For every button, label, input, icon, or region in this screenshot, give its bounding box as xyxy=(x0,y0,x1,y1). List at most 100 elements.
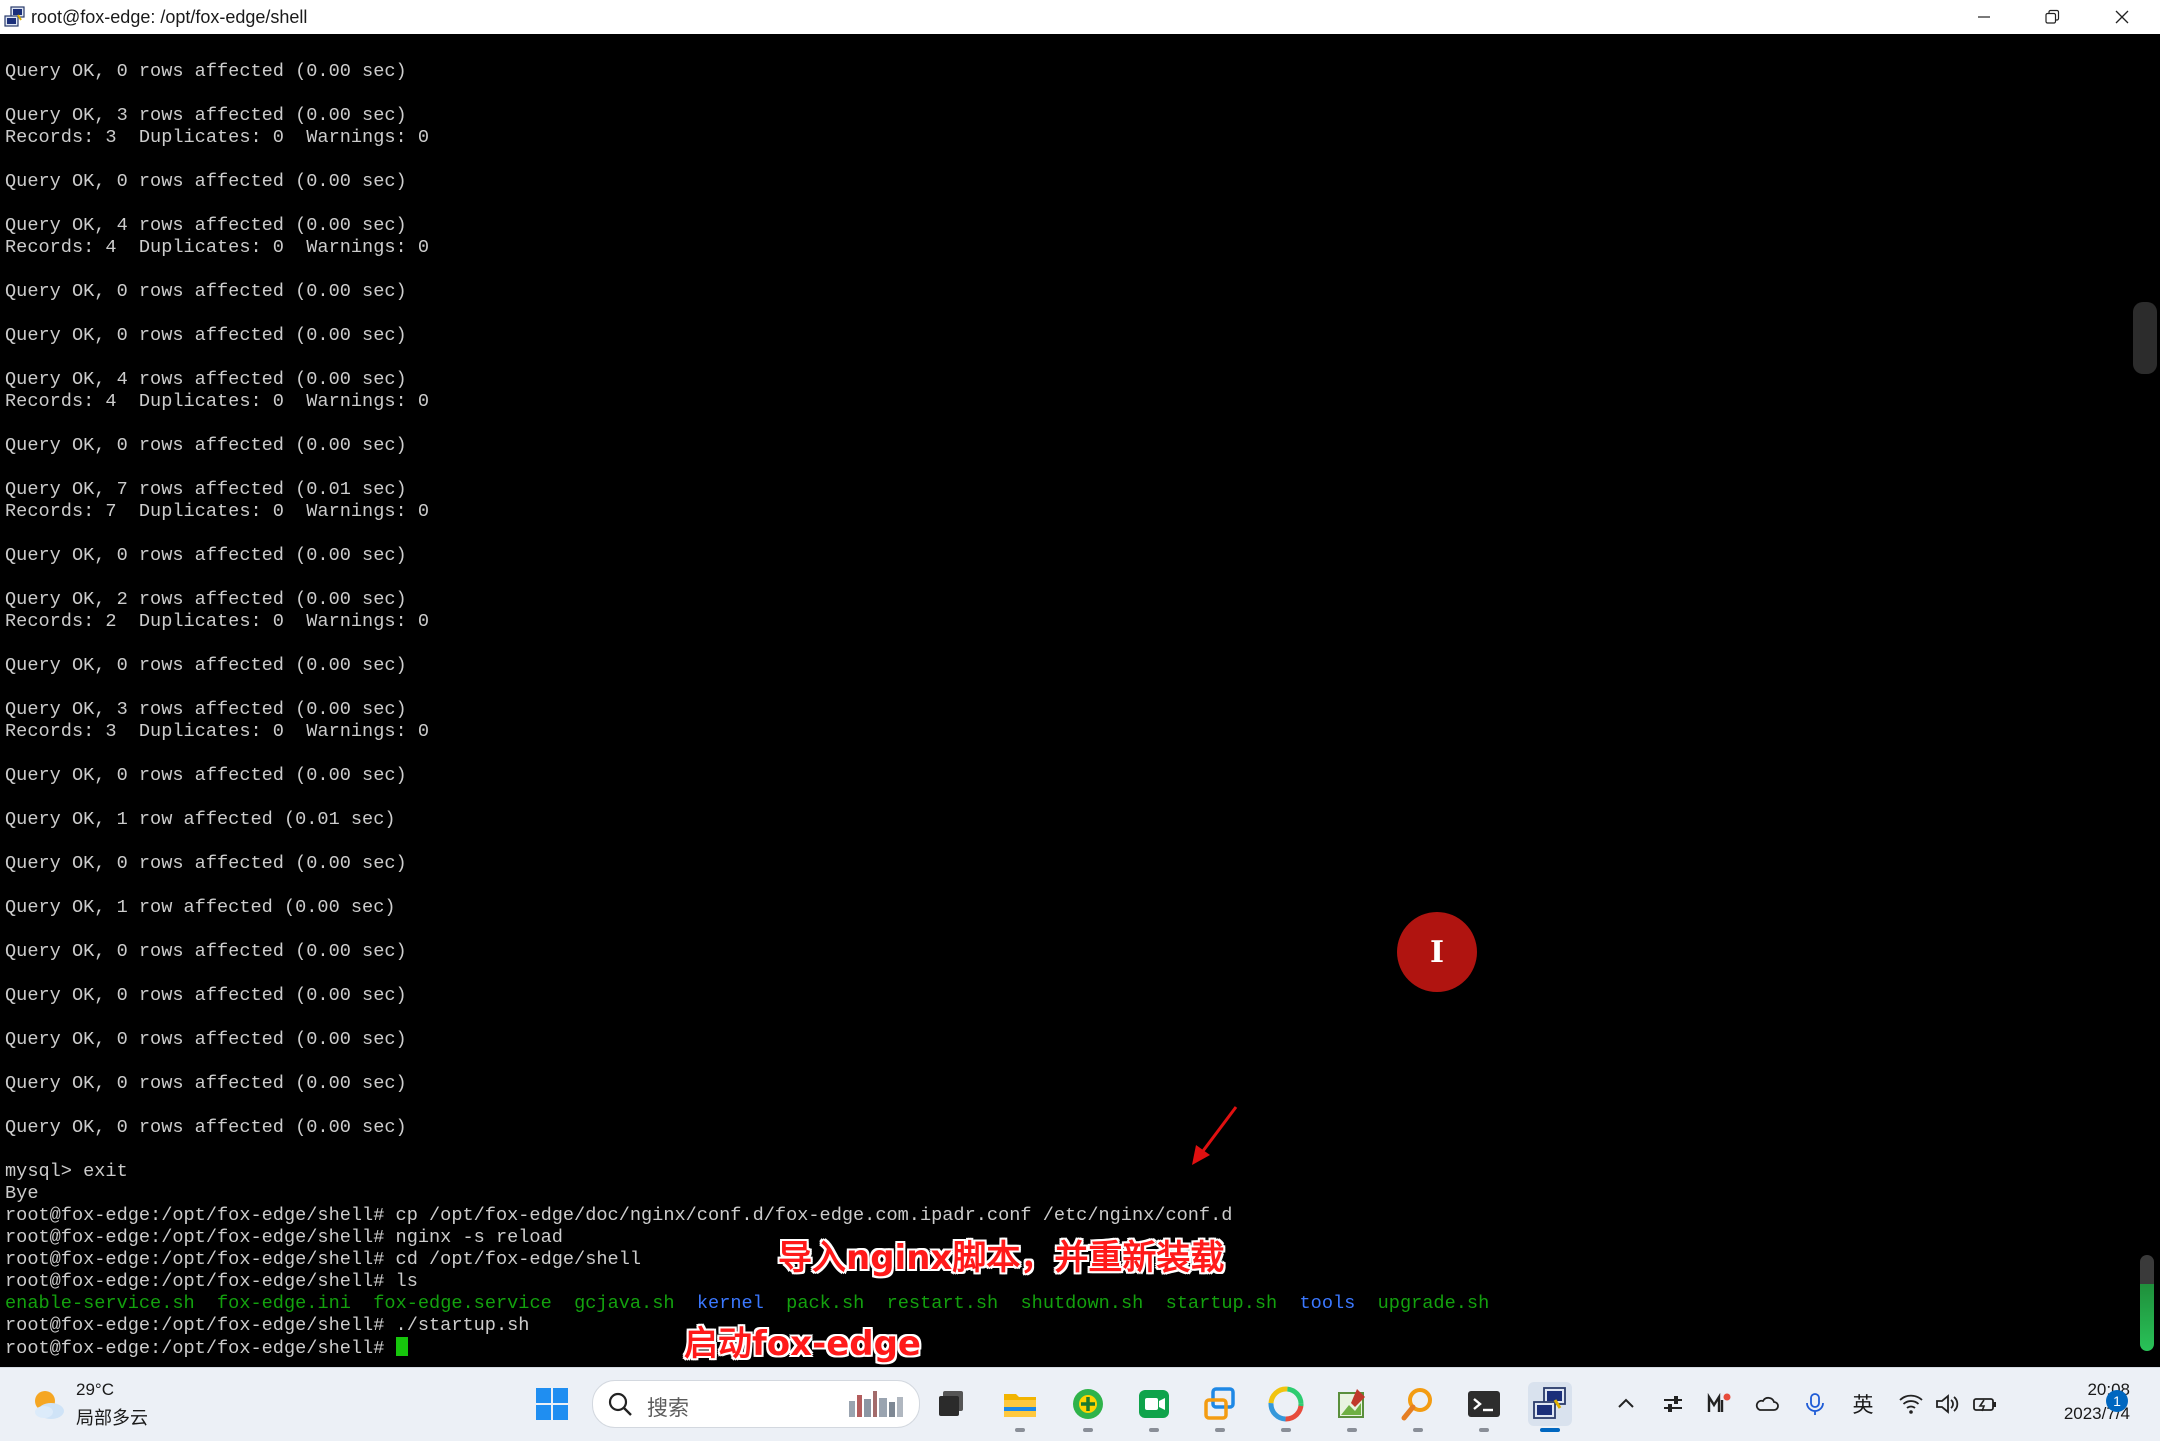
terminal-text: Query OK, 0 rows affected (0.00 sec) xyxy=(5,985,407,1006)
ls-file: fox-edge.service xyxy=(373,1293,552,1314)
ls-file: pack.sh xyxy=(786,1293,865,1314)
running-indicator xyxy=(1149,1428,1159,1432)
taskbar-app-file-explorer[interactable] xyxy=(998,1382,1042,1432)
terminal-area[interactable]: Query OK, 0 rows affected (0.00 sec) Quer… xyxy=(0,34,2132,1367)
tray-volume[interactable] xyxy=(1932,1388,1962,1420)
tray-wifi[interactable] xyxy=(1896,1388,1926,1420)
taskbar-app-remote[interactable] xyxy=(1198,1382,1242,1432)
ls-file: restart.sh xyxy=(886,1293,999,1314)
terminal-line: Query OK, 0 rows affected (0.00 sec) xyxy=(5,545,1489,567)
paint-icon xyxy=(1338,1389,1365,1418)
title-bar: root@fox-edge: /opt/fox-edge/shell xyxy=(0,0,2160,35)
taskbar-app-plus[interactable] xyxy=(1066,1382,1110,1432)
terminal-line: Query OK, 0 rows affected (0.00 sec) xyxy=(5,941,1489,963)
cloud-icon xyxy=(1755,1396,1779,1411)
terminal-text: Records: 2 Duplicates: 0 Warnings: 0 xyxy=(5,611,430,632)
red-arrow-icon xyxy=(1192,1106,1238,1165)
taskbar-app-photos[interactable] xyxy=(1264,1382,1308,1432)
terminal-text: Query OK, 2 rows affected (0.00 sec) xyxy=(5,589,407,610)
terminal-text: Records: 4 Duplicates: 0 Warnings: 0 xyxy=(5,237,430,258)
notification-badge[interactable]: 1 xyxy=(2106,1390,2128,1412)
tray-toggle-app[interactable] xyxy=(1658,1388,1688,1420)
app-plus-icon xyxy=(1073,1389,1103,1419)
scrollbar[interactable] xyxy=(2132,34,2160,1367)
photos-icon xyxy=(1268,1386,1304,1422)
terminal-text: Query OK, 0 rows affected (0.00 sec) xyxy=(5,545,407,566)
running-indicator xyxy=(1413,1428,1423,1432)
putty-icon xyxy=(4,6,25,27)
close-button[interactable] xyxy=(2088,0,2156,34)
scroll-indicator xyxy=(2140,1255,2154,1351)
tray-ime[interactable]: 英 xyxy=(1848,1388,1878,1420)
terminal-icon xyxy=(1468,1391,1500,1417)
tray-onedrive[interactable] xyxy=(1752,1388,1782,1420)
terminal-line: root@fox-edge:/opt/fox-edge/shell# ls xyxy=(5,1271,1489,1293)
tray-microphone[interactable] xyxy=(1802,1388,1828,1420)
terminal-line: Records: 4 Duplicates: 0 Warnings: 0 xyxy=(5,391,1489,413)
terminal-text: root@fox-edge:/opt/fox-edge/shell# ./sta… xyxy=(5,1315,530,1336)
terminal-line: Bye xyxy=(5,1183,1489,1205)
tray-mail-app[interactable] xyxy=(1704,1388,1734,1420)
terminal-text: Query OK, 0 rows affected (0.00 sec) xyxy=(5,325,407,346)
search-placeholder: 搜索 xyxy=(647,1396,689,1420)
terminal-text: Query OK, 0 rows affected (0.00 sec) xyxy=(5,61,407,82)
search-highlight-icon xyxy=(849,1391,903,1417)
taskbar-app-terminal[interactable] xyxy=(1462,1382,1506,1432)
terminal-line: Query OK, 0 rows affected (0.00 sec) xyxy=(5,61,1489,83)
terminal-line: enable-service.sh fox-edge.ini fox-edge.… xyxy=(5,1293,1489,1315)
terminal-line: Query OK, 0 rows affected (0.00 sec) xyxy=(5,281,1489,303)
terminal-cursor xyxy=(395,1337,408,1356)
start-button[interactable] xyxy=(530,1382,574,1426)
remote-app-icon xyxy=(1204,1387,1235,1420)
taskbar-app-meeting[interactable] xyxy=(1132,1382,1176,1432)
terminal-text: root@fox-edge:/opt/fox-edge/shell# cp /o… xyxy=(5,1205,1233,1226)
terminal-text: Records: 3 Duplicates: 0 Warnings: 0 xyxy=(5,721,430,742)
tray-battery[interactable] xyxy=(1970,1388,2000,1420)
taskbar-app-task-view[interactable] xyxy=(930,1382,974,1426)
terminal-line: root@fox-edge:/opt/fox-edge/shell# cd /o… xyxy=(5,1249,1489,1271)
file-explorer-icon xyxy=(1004,1394,1036,1417)
tray-overflow[interactable] xyxy=(1612,1388,1640,1420)
taskbar-search[interactable]: 搜索 xyxy=(592,1380,920,1428)
weather-description[interactable]: 局部多云 xyxy=(76,1404,148,1430)
click-indicator: I xyxy=(1397,912,1477,992)
terminal-text: Query OK, 4 rows affected (0.00 sec) xyxy=(5,215,407,236)
taskbar-app-paint[interactable] xyxy=(1330,1382,1374,1432)
terminal-line: Query OK, 0 rows affected (0.00 sec) xyxy=(5,1117,1489,1139)
ls-directory: tools xyxy=(1299,1293,1356,1314)
terminal-text: Query OK, 0 rows affected (0.00 sec) xyxy=(5,171,407,192)
terminal-line: Query OK, 7 rows affected (0.01 sec) xyxy=(5,479,1489,501)
close-icon xyxy=(2115,10,2129,24)
mail-app-icon xyxy=(1707,1392,1731,1412)
running-indicator xyxy=(1015,1428,1025,1432)
taskbar-app-putty[interactable] xyxy=(1528,1382,1572,1432)
terminal-text: Query OK, 1 row affected (0.00 sec) xyxy=(5,897,396,918)
scrollbar-thumb[interactable] xyxy=(2133,302,2157,374)
weather-temperature[interactable]: 29°C xyxy=(76,1380,114,1400)
running-indicator xyxy=(1281,1428,1291,1432)
terminal-line: mysql> exit xyxy=(5,1161,1489,1183)
terminal-text: Query OK, 3 rows affected (0.00 sec) xyxy=(5,105,407,126)
window-title: root@fox-edge: /opt/fox-edge/shell xyxy=(31,7,308,27)
restore-button[interactable] xyxy=(2018,0,2086,34)
wifi-icon xyxy=(1899,1394,1923,1414)
terminal-line: Records: 4 Duplicates: 0 Warnings: 0 xyxy=(5,237,1489,259)
partly-cloudy-icon[interactable] xyxy=(30,1386,66,1422)
terminal-text: root@fox-edge:/opt/fox-edge/shell# ls xyxy=(5,1271,418,1292)
taskbar-app-search-tool[interactable] xyxy=(1396,1382,1440,1432)
putty-icon xyxy=(1533,1387,1566,1419)
minimize-button[interactable] xyxy=(1950,0,2018,34)
ls-directory: kernel xyxy=(696,1293,764,1314)
